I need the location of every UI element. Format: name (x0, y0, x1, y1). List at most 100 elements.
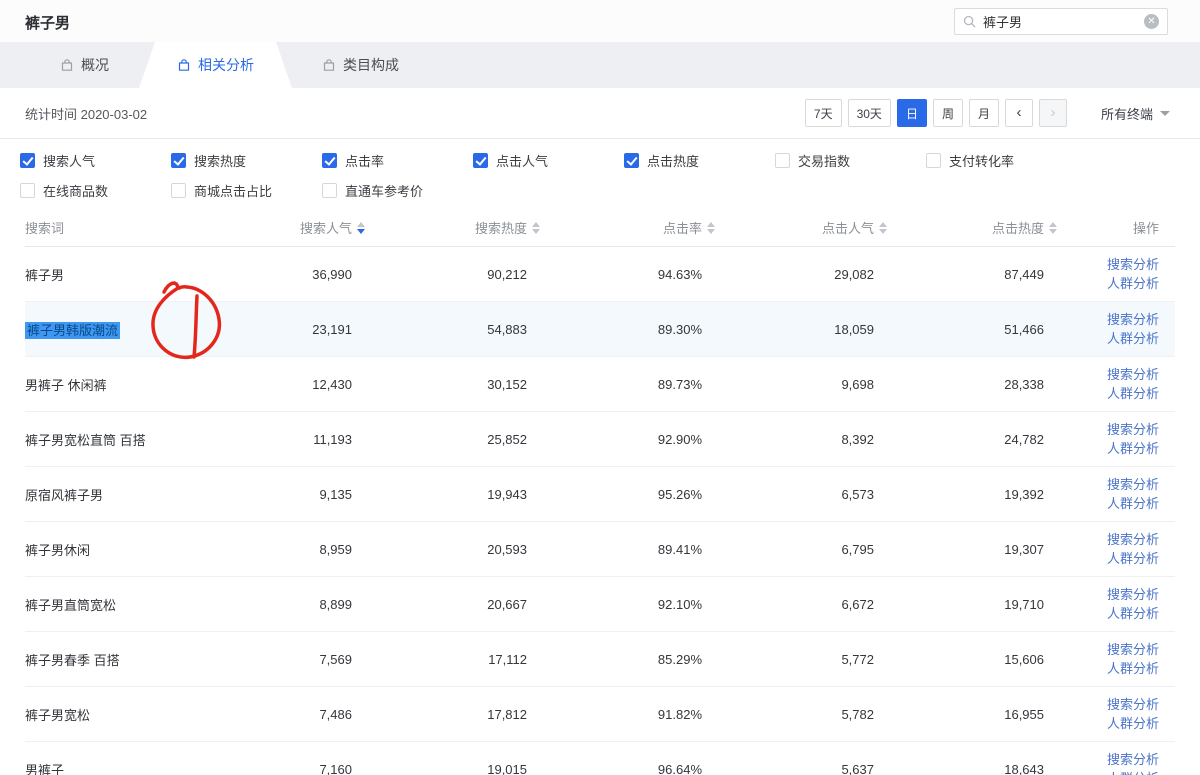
sort-caret-icon[interactable] (1049, 222, 1057, 234)
keyword-text: 裤子男休闲 (25, 543, 90, 558)
sort-caret-icon[interactable] (357, 222, 365, 234)
column-header-6: 操作 (1057, 218, 1175, 237)
range-button-1[interactable]: 30天 (848, 99, 891, 127)
column-header-2[interactable]: 搜索热度 (365, 218, 540, 237)
search-analysis-link[interactable]: 搜索分析 (1057, 310, 1159, 329)
checkbox-checked-icon[interactable] (322, 153, 337, 168)
keyword-cell[interactable]: 裤子男 (25, 265, 235, 284)
keyword-cell[interactable]: 裤子男韩版潮流 (25, 320, 235, 339)
filter-checkbox-item[interactable]: 点击人气 (473, 149, 624, 171)
tab-related-analysis[interactable]: 相关分析 (139, 42, 292, 88)
audience-analysis-link[interactable]: 人群分析 (1057, 659, 1159, 678)
audience-analysis-link[interactable]: 人群分析 (1057, 494, 1159, 513)
search-analysis-link[interactable]: 搜索分析 (1057, 475, 1159, 494)
keyword-cell[interactable]: 男裤子 (25, 760, 235, 775)
click-popularity-value: 18,059 (715, 322, 887, 337)
search-heat-value: 19,943 (365, 487, 540, 502)
next-period-button[interactable]: › (1039, 99, 1067, 127)
keyword-cell[interactable]: 裤子男宽松直筒 百搭 (25, 430, 235, 449)
audience-analysis-link[interactable]: 人群分析 (1057, 604, 1159, 623)
search-analysis-link[interactable]: 搜索分析 (1057, 255, 1159, 274)
search-input[interactable] (983, 14, 1144, 29)
sort-caret-icon[interactable] (532, 222, 540, 234)
search-box[interactable]: ✕ (954, 8, 1168, 35)
search-heat-value: 17,812 (365, 707, 540, 722)
search-analysis-link[interactable]: 搜索分析 (1057, 585, 1159, 604)
click-rate-value: 89.73% (540, 377, 715, 392)
search-analysis-link[interactable]: 搜索分析 (1057, 640, 1159, 659)
keyword-cell[interactable]: 男裤子 休闲裤 (25, 375, 235, 394)
tab-category-composition[interactable]: 类目构成 (292, 42, 429, 88)
audience-analysis-link[interactable]: 人群分析 (1057, 769, 1159, 775)
click-rate-value: 92.90% (540, 432, 715, 447)
range-button-2[interactable]: 日 (897, 99, 927, 127)
audience-analysis-link[interactable]: 人群分析 (1057, 439, 1159, 458)
checkbox-unchecked-icon[interactable] (926, 153, 941, 168)
click-popularity-value: 9,698 (715, 377, 887, 392)
audience-analysis-link[interactable]: 人群分析 (1057, 384, 1159, 403)
actions-cell: 搜索分析人群分析 (1057, 420, 1175, 458)
audience-analysis-link[interactable]: 人群分析 (1057, 549, 1159, 568)
click-popularity-value: 6,573 (715, 487, 887, 502)
column-header-4[interactable]: 点击人气 (715, 218, 887, 237)
checkbox-checked-icon[interactable] (473, 153, 488, 168)
search-analysis-link[interactable]: 搜索分析 (1057, 365, 1159, 384)
search-analysis-link[interactable]: 搜索分析 (1057, 750, 1159, 769)
prev-period-button[interactable]: ‹ (1005, 99, 1033, 127)
keyword-cell[interactable]: 原宿风裤子男 (25, 485, 235, 504)
filter-checkbox-item[interactable]: 搜索热度 (171, 149, 322, 171)
checkbox-checked-icon[interactable] (20, 153, 35, 168)
filter-checkbox-item[interactable]: 在线商品数 (20, 179, 171, 201)
column-header-3[interactable]: 点击率 (540, 218, 715, 237)
search-analysis-link[interactable]: 搜索分析 (1057, 530, 1159, 549)
range-button-4[interactable]: 月 (969, 99, 999, 127)
click-rate-value: 95.26% (540, 487, 715, 502)
checkbox-unchecked-icon[interactable] (322, 183, 337, 198)
audience-analysis-link[interactable]: 人群分析 (1057, 714, 1159, 733)
chevron-right-icon: › (1050, 105, 1055, 120)
actions-cell: 搜索分析人群分析 (1057, 475, 1175, 513)
audience-analysis-link[interactable]: 人群分析 (1057, 274, 1159, 293)
filter-checkbox-item[interactable]: 支付转化率 (926, 149, 1077, 171)
column-header-5[interactable]: 点击热度 (887, 218, 1057, 237)
checkbox-unchecked-icon[interactable] (775, 153, 790, 168)
range-controls: 7天30天日周月 ‹ › 所有终端 (805, 99, 1170, 127)
column-header-0: 搜索词 (25, 218, 235, 237)
filter-checkbox-item[interactable]: 商城点击占比 (171, 179, 322, 201)
keyword-text: 裤子男春季 百搭 (25, 653, 120, 668)
audience-analysis-link[interactable]: 人群分析 (1057, 329, 1159, 348)
terminal-dropdown[interactable]: 所有终端 (1101, 104, 1170, 123)
filter-checkbox-item[interactable]: 点击热度 (624, 149, 775, 171)
checkbox-unchecked-icon[interactable] (20, 183, 35, 198)
tab-overview[interactable]: 概况 (30, 42, 139, 88)
checkbox-unchecked-icon[interactable] (171, 183, 186, 198)
keyword-cell[interactable]: 裤子男休闲 (25, 540, 235, 559)
keyword-cell[interactable]: 裤子男宽松 (25, 705, 235, 724)
search-heat-value: 90,212 (365, 267, 540, 282)
filter-checkbox-item[interactable]: 直通车参考价 (322, 179, 473, 201)
search-analysis-link[interactable]: 搜索分析 (1057, 695, 1159, 714)
click-heat-value: 19,392 (887, 487, 1057, 502)
click-rate-value: 92.10% (540, 597, 715, 612)
table-row: 裤子男36,99090,21294.63%29,08287,449搜索分析人群分… (25, 247, 1175, 302)
search-analysis-link[interactable]: 搜索分析 (1057, 420, 1159, 439)
range-button-0[interactable]: 7天 (805, 99, 842, 127)
click-heat-value: 51,466 (887, 322, 1057, 337)
terminal-label: 所有终端 (1101, 104, 1153, 123)
filter-checkbox-item[interactable]: 搜索人气 (20, 149, 171, 171)
checkbox-checked-icon[interactable] (624, 153, 639, 168)
sort-caret-icon[interactable] (707, 222, 715, 234)
filter-checkbox-item[interactable]: 点击率 (322, 149, 473, 171)
range-button-3[interactable]: 周 (933, 99, 963, 127)
clear-search-icon[interactable]: ✕ (1144, 14, 1159, 29)
sort-caret-icon[interactable] (879, 222, 887, 234)
search-heat-value: 30,152 (365, 377, 540, 392)
keyword-cell[interactable]: 裤子男春季 百搭 (25, 650, 235, 669)
filter-checkbox-item[interactable]: 交易指数 (775, 149, 926, 171)
table-row: 裤子男宽松直筒 百搭11,19325,85292.90%8,39224,782搜… (25, 412, 1175, 467)
column-header-1[interactable]: 搜索人气 (235, 218, 365, 237)
column-header-label: 点击人气 (822, 218, 874, 237)
keyword-cell[interactable]: 裤子男直筒宽松 (25, 595, 235, 614)
filter-label: 在线商品数 (43, 181, 108, 200)
checkbox-checked-icon[interactable] (171, 153, 186, 168)
